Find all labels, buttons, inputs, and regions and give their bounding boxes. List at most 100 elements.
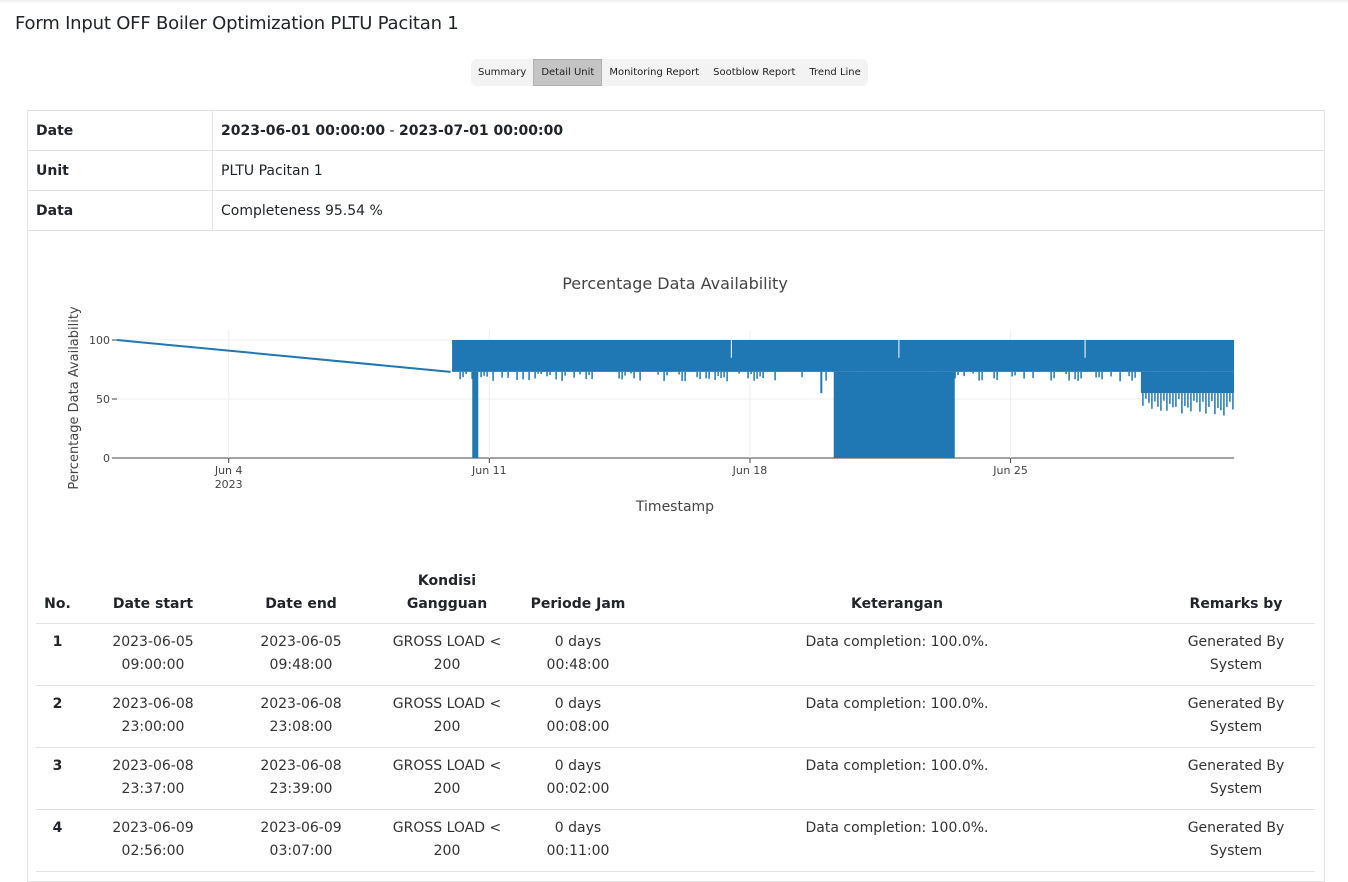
cell-no: 2 [36,685,79,748]
cell-periode-text: 00:02:00 [546,781,610,797]
cell-date-end-text: 2023-06-09 [260,820,342,836]
cell-date-end-text: 03:07:00 [269,843,333,859]
tab-summary[interactable]: Summary [471,59,533,86]
cell-date-start: 2023-06-08 23:00:00 [79,685,227,748]
table-row: 1 2023-06-05 09:00:00 2023-06-05 09:48:00 GRO… [36,623,1315,686]
th-remarks-by: Remarks by [1157,566,1315,624]
unit-value: PLTU Pacitan 1 [212,150,1324,191]
chart-series-dense-band [452,340,1234,372]
th-periode-jam: Periode Jam [519,566,637,624]
cell-date-end-text: 09:48:00 [269,657,333,673]
th-keterangan: Keterangan [637,566,1157,624]
data-value: Completeness 95.54 % [212,190,1324,231]
cell-remarks-text: System [1209,781,1263,797]
cell-periode-text: 00:11:00 [546,843,610,859]
cell-remarks-text: Generated By [1187,758,1285,774]
cell-date-start-text: 2023-06-08 [112,758,194,774]
cell-periode: 0 days 00:08:00 [519,685,637,748]
date-value: 2023-06-01 00:00:00 - 2023-07-01 00:00:0… [212,111,1324,151]
cell-date-start-text: 23:37:00 [121,781,185,797]
availability-chart[interactable]: Percentage Data Availability Timestamp P… [28,260,1318,530]
cell-kondisi-text: GROSS LOAD < [392,820,502,836]
cell-no: 4 [36,809,79,872]
cell-date-end: 2023-06-05 09:48:00 [227,623,375,686]
date-label: Date [28,111,213,151]
table-header-row: No. Date start Date end Kondisi Gangguan… [36,566,1315,624]
cell-date-end: 2023-06-08 23:08:00 [227,685,375,748]
date-separator: - [385,122,400,139]
chart-series-drop [472,371,479,458]
cell-kondisi: GROSS LOAD < 200 [375,685,519,748]
cell-remarks: Generated By System [1157,623,1315,686]
chart-svg[interactable]: Percentage Data Availability Timestamp P… [28,260,1318,530]
date-start: 2023-06-01 00:00:00 [221,122,386,139]
cell-kondisi-text: GROSS LOAD < [392,634,502,650]
cell-no-text: 1 [52,634,63,650]
cell-kondisi-text: 200 [433,843,461,859]
cell-remarks-text: Generated By [1187,696,1285,712]
cell-kondisi: GROSS LOAD < 200 [375,809,519,872]
cell-kondisi-text: 200 [433,719,461,735]
cell-periode-text: 00:08:00 [546,719,610,735]
tab-sootblow-report[interactable]: Sootblow Report [706,59,802,86]
cell-remarks-text: System [1209,843,1263,859]
tab-monitoring-report[interactable]: Monitoring Report [602,59,706,86]
cell-date-end: 2023-06-08 23:39:00 [227,747,375,810]
cell-date-end-text: 23:08:00 [269,719,333,735]
cell-date-start-text: 23:00:00 [121,719,185,735]
chart-x-tick-label: Jun 11 [471,464,507,477]
chart-y-ticks: 0 50 100 [89,334,117,465]
th-kondisi-gangguan: Kondisi Gangguan [375,566,519,624]
cell-date-start-text: 2023-06-05 [112,634,194,650]
cell-date-end-text: 2023-06-08 [260,696,342,712]
cell-date-end: 2023-06-09 03:07:00 [227,809,375,872]
cell-date-start-text: 2023-06-08 [112,696,194,712]
th-kondisi-line2: Gangguan [406,596,488,612]
cell-remarks-text: System [1209,719,1263,735]
cell-date-start-text: 09:00:00 [121,657,185,673]
chart-x-tick-label: Jun 25 [992,464,1028,477]
cell-date-end-text: 2023-06-05 [260,634,342,650]
cell-no: 1 [36,623,79,686]
tab-detail-unit[interactable]: Detail Unit [533,59,603,86]
top-shadow [0,0,1348,4]
cell-periode: 0 days 00:11:00 [519,809,637,872]
cell-kondisi: GROSS LOAD < 200 [375,623,519,686]
table-row: 2 2023-06-08 23:00:00 2023-06-08 23:08:00 GRO… [36,685,1315,748]
cell-periode-text: 0 days [554,758,602,774]
cell-date-start-text: 02:56:00 [121,843,185,859]
cell-keterangan: Data completion: 100.0%. [637,747,1157,810]
cell-date-end-text: 23:39:00 [269,781,333,797]
cell-remarks: Generated By System [1157,747,1315,810]
chart-x-tick-label: Jun 4 [214,464,243,477]
cell-keterangan-text: Data completion: 100.0%. [805,696,989,712]
cell-keterangan: Data completion: 100.0%. [637,809,1157,872]
cell-periode: 0 days 00:02:00 [519,747,637,810]
info-row-unit: Unit PLTU Pacitan 1 [28,150,1324,191]
date-end: 2023-07-01 00:00:00 [399,122,564,139]
cell-periode-text: 0 days [554,820,602,836]
cell-periode-text: 0 days [554,634,602,650]
cell-kondisi-text: 200 [433,781,461,797]
cell-remarks-text: Generated By [1187,820,1285,836]
chart-x-tick-label: Jun 18 [732,464,768,477]
cell-remarks-text: Generated By [1187,634,1285,650]
tab-trend-line[interactable]: Trend Line [802,59,867,86]
cell-periode-text: 0 days [554,696,602,712]
tab-bar: Summary Detail Unit Monitoring Report So… [471,59,868,86]
info-row-date: Date 2023-06-01 00:00:00 - 2023-07-01 00… [28,111,1324,151]
info-row-data: Data Completeness 95.54 % [28,190,1324,231]
page-title: Form Input OFF Boiler Optimization PLTU … [15,13,459,34]
cell-remarks: Generated By System [1157,809,1315,872]
cell-date-start: 2023-06-08 23:37:00 [79,747,227,810]
table-row: 3 2023-06-08 23:37:00 2023-06-08 23:39:00 GRO… [36,747,1315,810]
cell-keterangan-text: Data completion: 100.0%. [805,820,989,836]
cell-no-text: 2 [52,696,63,712]
th-date-end: Date end [227,566,375,624]
gangguan-table: No. Date start Date end Kondisi Gangguan… [36,566,1315,872]
cell-periode: 0 days 00:48:00 [519,623,637,686]
cell-keterangan: Data completion: 100.0%. [637,685,1157,748]
cell-kondisi: GROSS LOAD < 200 [375,747,519,810]
chart-y-tick-label: 50 [96,393,110,406]
cell-date-start: 2023-06-09 02:56:00 [79,809,227,872]
